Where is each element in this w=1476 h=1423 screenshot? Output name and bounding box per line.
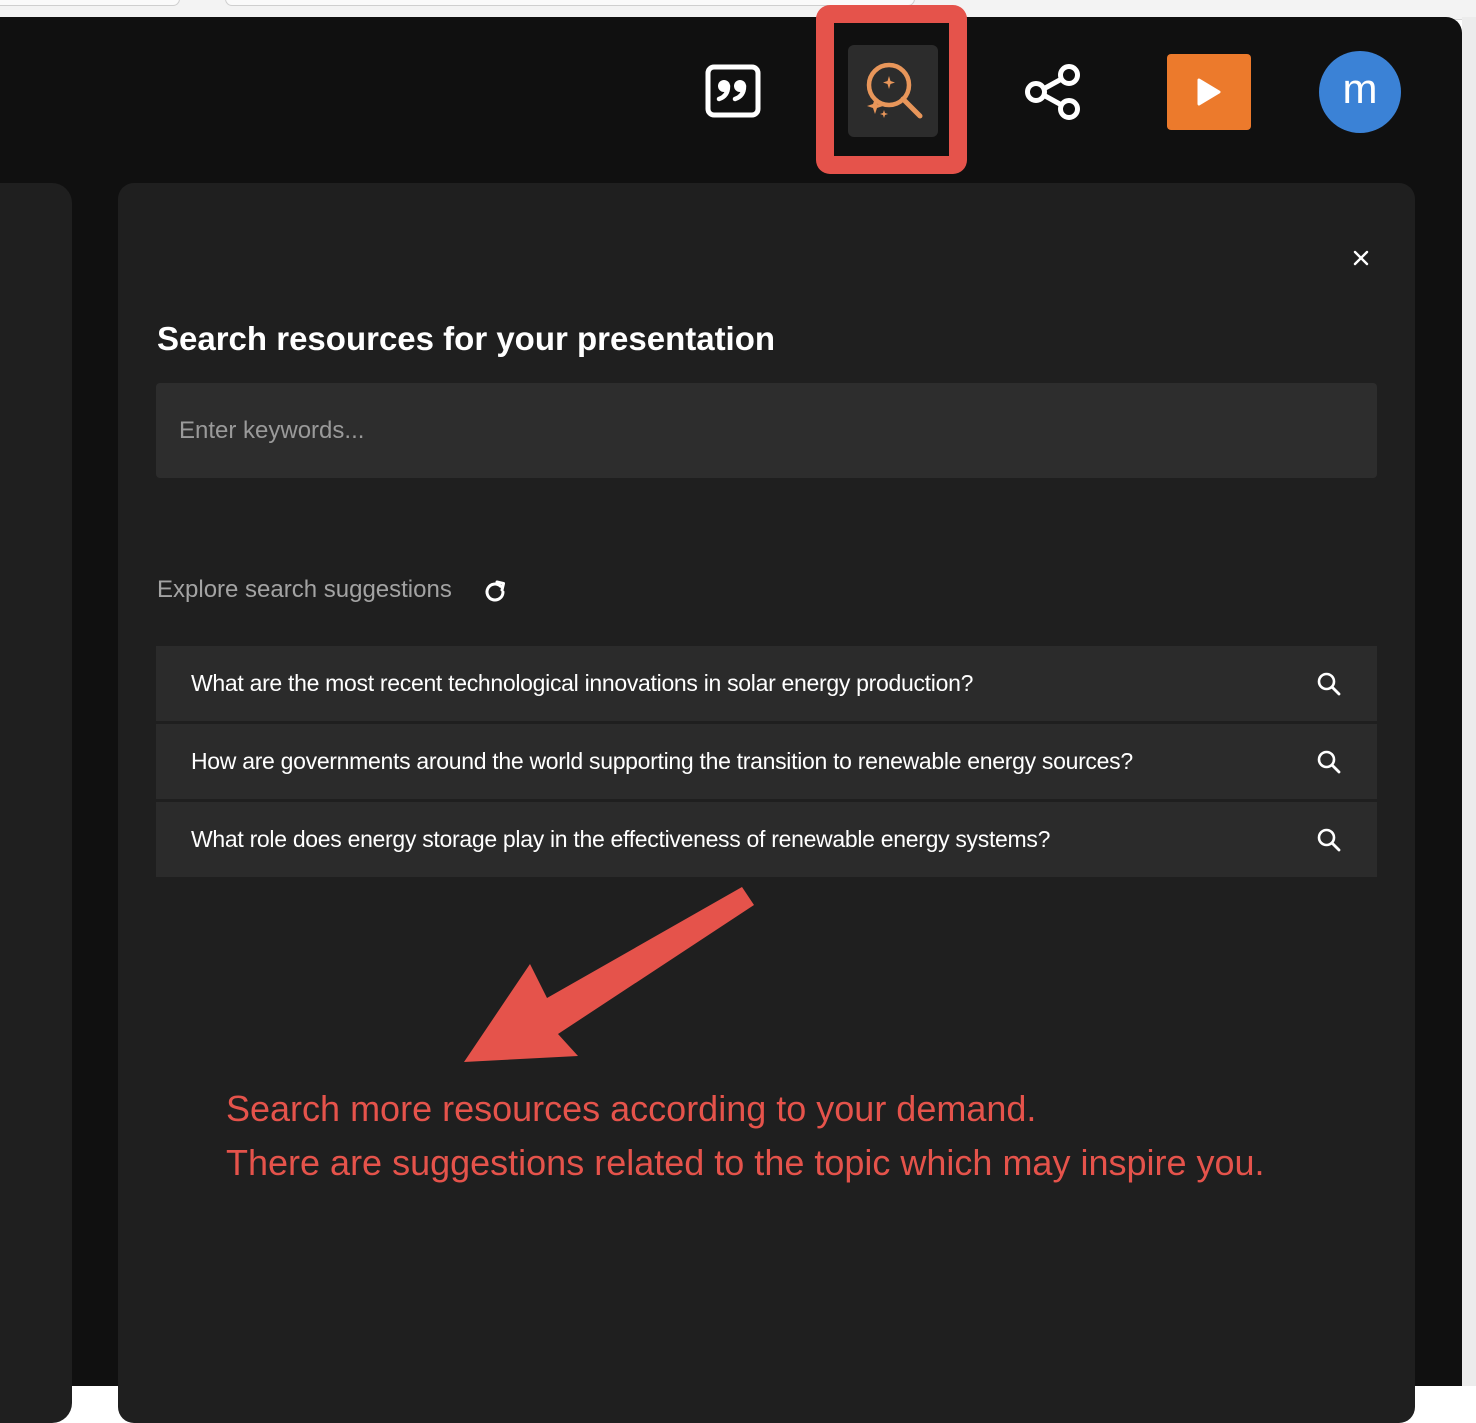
quote-button[interactable] — [702, 62, 764, 120]
suggestion-text: How are governments around the world sup… — [191, 748, 1133, 774]
suggestion-list: What are the most recent technological i… — [156, 646, 1377, 877]
search-icon[interactable] — [1315, 826, 1343, 854]
suggestion-item[interactable]: What are the most recent technological i… — [156, 646, 1377, 721]
keyword-search-input[interactable] — [156, 383, 1377, 478]
share-icon — [1025, 64, 1080, 120]
refresh-suggestions-button[interactable] — [480, 577, 510, 607]
suggestion-text: What are the most recent technological i… — [191, 670, 974, 696]
window-edge — [1462, 17, 1476, 1386]
close-panel-button[interactable] — [1346, 243, 1376, 273]
annotation-text: Search more resources according to your … — [226, 1088, 1037, 1129]
sparkle-search-icon — [866, 62, 923, 119]
user-avatar[interactable]: m — [1319, 51, 1401, 133]
suggestion-item[interactable]: How are governments around the world sup… — [156, 724, 1377, 799]
avatar-initial: m — [1342, 65, 1378, 112]
suggestion-item[interactable]: What role does energy storage play in th… — [156, 802, 1377, 877]
suggestions-label: Explore search suggestions — [157, 576, 452, 603]
search-icon[interactable] — [1315, 748, 1343, 776]
panel-title: Search resources for your presentation — [157, 320, 776, 357]
browser-tab[interactable] — [0, 0, 180, 6]
share-button[interactable] — [1021, 62, 1085, 122]
annotation-text: There are suggestions related to the top… — [226, 1142, 1265, 1183]
refresh-icon — [485, 580, 505, 602]
suggestion-text: What role does energy storage play in th… — [191, 826, 1051, 852]
browser-tab[interactable] — [225, 0, 915, 6]
quote-icon — [705, 64, 761, 118]
close-icon — [1353, 250, 1369, 266]
slide-panel — [0, 183, 72, 1423]
research-button[interactable] — [848, 45, 938, 137]
present-button[interactable] — [1167, 54, 1251, 130]
search-icon[interactable] — [1315, 670, 1343, 698]
play-icon — [1197, 78, 1221, 106]
